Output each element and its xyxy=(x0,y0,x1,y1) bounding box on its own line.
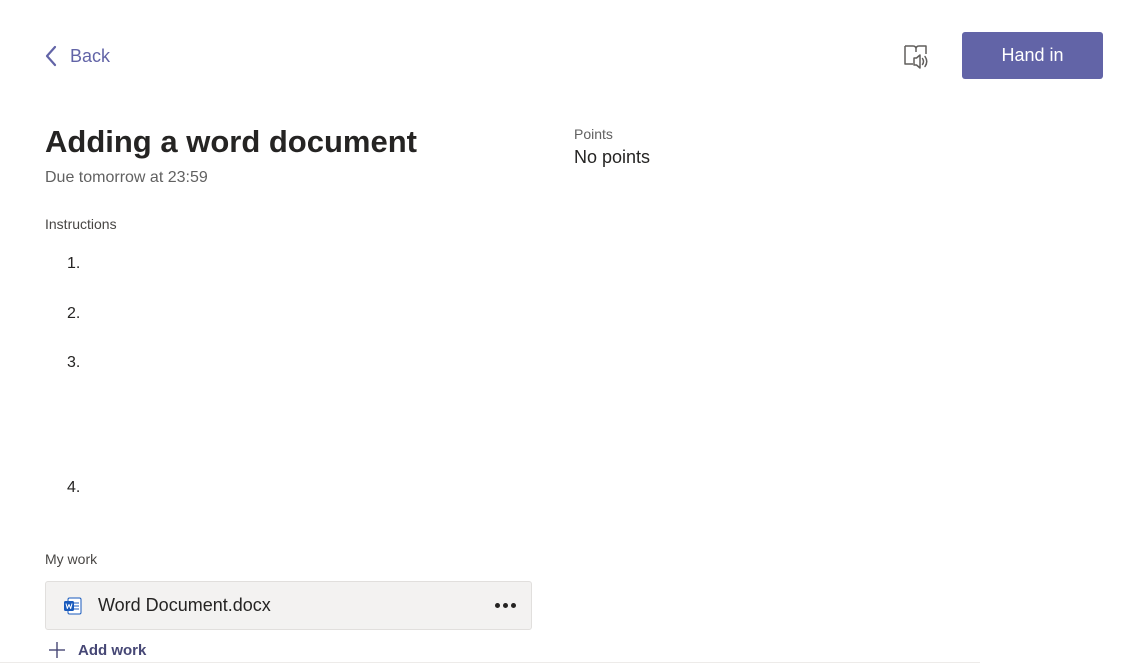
instruction-item-number: 3. xyxy=(67,354,81,371)
hand-in-button[interactable]: Hand in xyxy=(962,32,1103,79)
due-date: Due tomorrow at 23:59 xyxy=(45,169,208,186)
back-label: Back xyxy=(70,45,111,66)
instruction-item-number: 4. xyxy=(67,479,81,496)
instructions-label: Instructions xyxy=(45,216,117,232)
chevron-left-icon xyxy=(45,45,57,67)
my-work-label: My work xyxy=(45,551,98,567)
instruction-item-number: 2. xyxy=(67,305,81,322)
assignment-title: Adding a word document xyxy=(45,124,417,159)
file-name: Word Document.docx xyxy=(98,595,271,615)
attached-file-card[interactable]: Word Document.docx xyxy=(45,581,532,630)
immersive-reader-icon xyxy=(904,45,928,69)
plus-icon xyxy=(49,642,65,658)
more-options-icon[interactable] xyxy=(493,593,517,617)
immersive-reader-button[interactable] xyxy=(898,38,934,74)
divider xyxy=(0,662,980,663)
add-work-button[interactable]: Add work xyxy=(48,641,146,659)
back-button[interactable]: Back xyxy=(44,40,110,72)
add-work-label: Add work xyxy=(78,641,147,659)
points-label: Points xyxy=(574,126,613,142)
points-value: No points xyxy=(574,147,651,167)
word-file-icon xyxy=(64,597,82,615)
instruction-item-number: 1. xyxy=(67,255,81,272)
